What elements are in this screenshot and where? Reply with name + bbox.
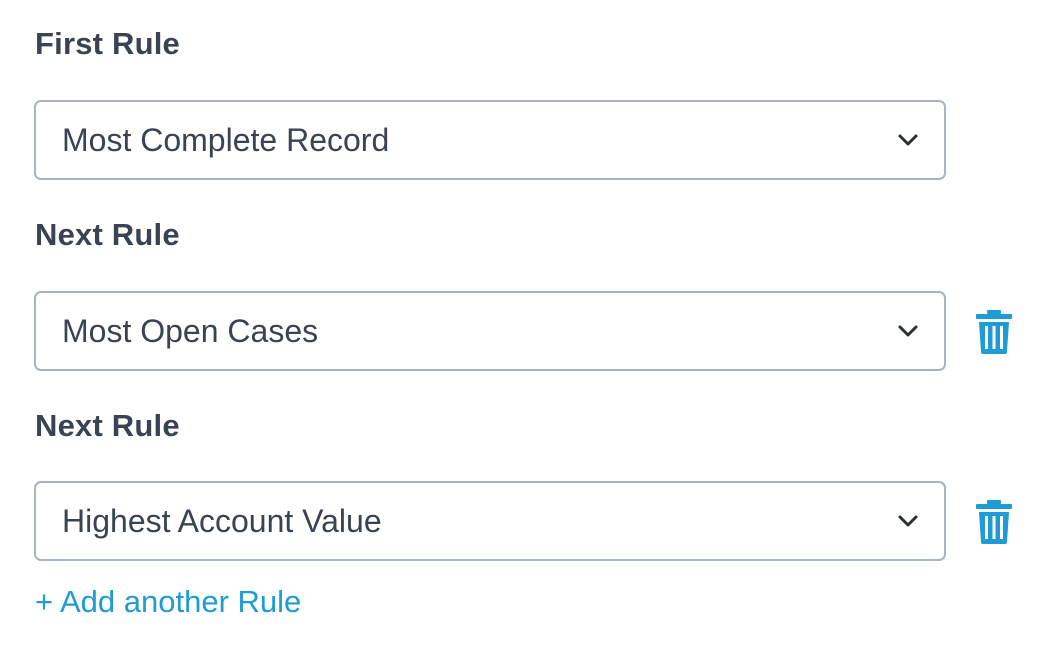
first-rule-label: First Rule [35, 26, 180, 61]
rule-3-select[interactable]: Highest Account Value [34, 481, 946, 561]
chevron-down-icon [898, 134, 918, 146]
rule-3-selected-value: Highest Account Value [62, 503, 382, 539]
trash-icon[interactable] [974, 500, 1014, 544]
next-rule-label: Next Rule [35, 408, 180, 443]
trash-icon[interactable] [974, 310, 1014, 354]
add-another-rule-link[interactable]: + Add another Rule [35, 584, 301, 620]
rule-row-2: Most Open Cases [34, 291, 1034, 373]
chevron-down-icon [898, 515, 918, 527]
next-rule-label: Next Rule [35, 217, 180, 252]
rule-1-select[interactable]: Most Complete Record [34, 100, 946, 180]
rule-row-3: Highest Account Value [34, 481, 1034, 563]
rule-row-1: Most Complete Record [34, 100, 1034, 182]
rule-2-select[interactable]: Most Open Cases [34, 291, 946, 371]
rule-2-selected-value: Most Open Cases [62, 313, 319, 349]
rule-1-selected-value: Most Complete Record [62, 122, 390, 158]
chevron-down-icon [898, 325, 918, 337]
